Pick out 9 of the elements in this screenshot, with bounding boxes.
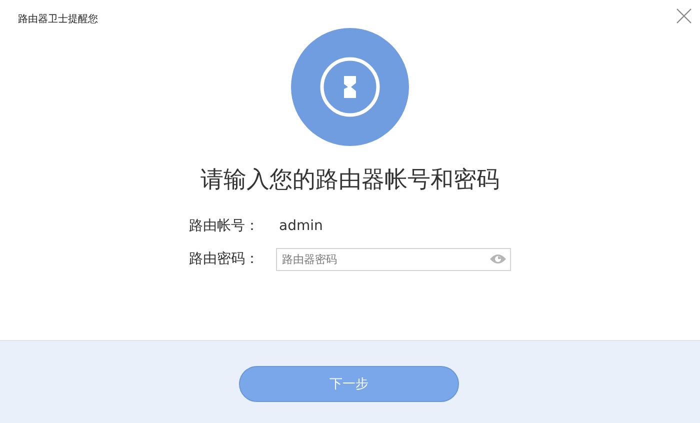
account-value: admin [278,218,323,234]
eye-icon[interactable] [489,252,507,264]
field-label: 路由帐号： [189,217,260,235]
field-label: 路由密码： [189,250,260,268]
password-field[interactable]: 路由器密码 [276,248,511,270]
prompt-heading: 请输入您的路由器帐号和密码 [200,166,500,195]
next-button[interactable]: 下一步 [239,366,459,402]
window-title: 路由器卫士提醒您 [18,12,98,26]
close-button[interactable] [674,6,694,26]
